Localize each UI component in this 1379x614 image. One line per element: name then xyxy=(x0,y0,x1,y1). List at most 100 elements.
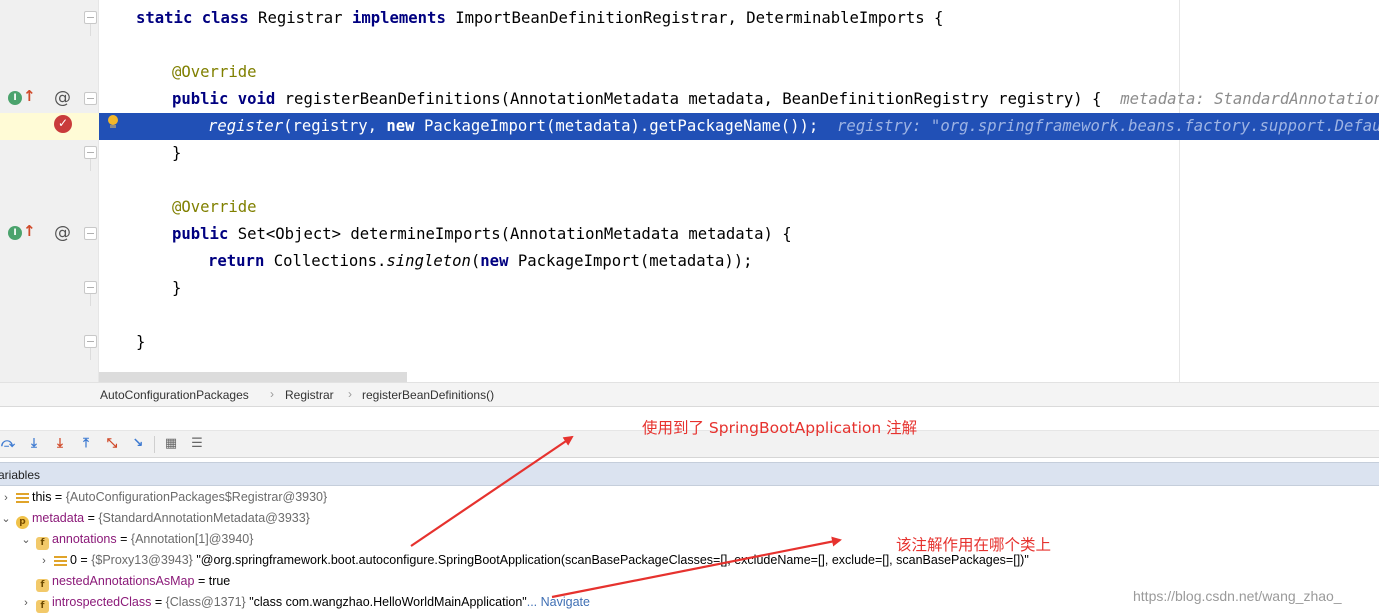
breadcrumb-item-class[interactable]: AutoConfigurationPackages xyxy=(100,388,249,402)
variable-type: {Class@1371} xyxy=(165,595,246,609)
annotation-gutter-icon[interactable]: @ xyxy=(54,223,71,243)
intention-bulb-icon[interactable] xyxy=(107,115,119,129)
code-text: } xyxy=(136,333,146,351)
code-text: ImportBeanDefinitionRegistrar, Determina… xyxy=(445,9,944,27)
keyword: new xyxy=(386,117,415,135)
fold-guide xyxy=(90,294,91,306)
fold-toggle-icon[interactable] xyxy=(84,227,97,240)
chevron-right-icon: › xyxy=(270,387,274,401)
collapse-chevron-icon[interactable]: ⌄ xyxy=(0,509,12,530)
keyword: public xyxy=(172,225,229,243)
right-margin-guide xyxy=(1179,0,1180,382)
code-line-close-brace[interactable]: } xyxy=(0,275,1379,302)
variable-value: "@org.springframework.boot.autoconfigure… xyxy=(192,553,1029,567)
code-text: ( xyxy=(470,252,481,270)
drop-frame-icon[interactable]: ⤡ xyxy=(104,436,120,452)
implements-method-icon[interactable]: I ↑ xyxy=(8,223,36,242)
fold-end-icon[interactable] xyxy=(84,146,97,159)
panel-title: ariables xyxy=(0,468,41,482)
code-editor[interactable]: static class Registrar implements Import… xyxy=(0,0,1379,382)
fold-end-icon[interactable] xyxy=(84,335,97,348)
variable-name: this xyxy=(32,490,52,504)
class-name: Registrar xyxy=(248,9,352,27)
step-over-icon[interactable]: ⤼ xyxy=(0,436,16,452)
annotation-gutter-icon[interactable]: @ xyxy=(54,88,71,108)
fold-toggle-icon[interactable] xyxy=(84,11,97,24)
code-text: PackageImport(metadata).getPackageName()… xyxy=(414,117,819,135)
code-line-class-close[interactable]: } xyxy=(0,329,1379,356)
variable-type: {StandardAnnotationMetadata@3933} xyxy=(98,511,310,525)
code-line-override-1[interactable]: @Override xyxy=(0,59,1379,86)
horizontal-scrollbar[interactable] xyxy=(99,372,407,382)
field-icon: f xyxy=(36,579,49,592)
step-out-icon[interactable]: ⤒ xyxy=(78,436,94,452)
breadcrumb-item-inner-class[interactable]: Registrar xyxy=(285,388,334,402)
navigate-link[interactable]: ... Navigate xyxy=(527,595,590,609)
variables-panel-header: ariables xyxy=(0,462,1379,486)
keyword: new xyxy=(480,252,509,270)
code-line-determine-imports[interactable]: public Set<Object> determineImports(Anno… xyxy=(0,221,1379,248)
implements-method-icon[interactable]: I ↑ xyxy=(8,88,36,107)
code-line-class-declaration[interactable]: static class Registrar implements Import… xyxy=(0,5,1379,32)
keyword: public void xyxy=(172,90,276,108)
expand-chevron-icon[interactable]: › xyxy=(0,488,12,509)
code-line-return[interactable]: return Collections.singleton(new Package… xyxy=(0,248,1379,275)
variable-name: metadata xyxy=(32,511,85,525)
method-call: singleton xyxy=(386,252,471,270)
expand-chevron-icon[interactable]: › xyxy=(20,593,32,614)
inline-debug-hint: metadata: StandardAnnotationMetad xyxy=(1120,90,1379,108)
toolbar-separator xyxy=(154,436,155,453)
variable-name: nestedAnnotationsAsMap xyxy=(52,574,195,588)
keyword: static class xyxy=(136,9,249,27)
variable-name: annotations xyxy=(52,532,117,546)
fold-end-icon[interactable] xyxy=(84,281,97,294)
field-icon: f xyxy=(36,600,49,613)
keyword: implements xyxy=(351,9,446,27)
expand-chevron-icon[interactable]: › xyxy=(38,551,50,572)
force-step-into-icon[interactable]: ⤓ xyxy=(52,436,68,452)
variable-value: true xyxy=(208,574,231,588)
variable-type: {AutoConfigurationPackages$Registrar@393… xyxy=(65,490,328,504)
code-text: registerBeanDefinitions(AnnotationMetada… xyxy=(275,90,1102,108)
code-text: } xyxy=(172,144,182,162)
code-line-current-execution[interactable]: register(registry, new PackageImport(met… xyxy=(0,113,1379,140)
variable-name: introspectedClass xyxy=(52,595,152,609)
annotation-note-springboot: 使用到了 SpringBootApplication 注解 xyxy=(642,419,918,437)
annotation-text: @Override xyxy=(172,198,257,216)
collapse-chevron-icon[interactable]: ⌄ xyxy=(20,530,32,551)
inline-debug-hint: registry: "org.springframework.beans.fac… xyxy=(818,117,1379,135)
breadcrumb-item-method[interactable]: registerBeanDefinitions() xyxy=(362,388,494,402)
variable-type: {$Proxy13@3943} xyxy=(91,553,193,567)
variable-type: {Annotation[1]@3940} xyxy=(130,532,254,546)
object-icon xyxy=(54,556,67,566)
variable-row-metadata[interactable]: ⌄ p metadata = {StandardAnnotationMetadata… xyxy=(0,508,1379,529)
code-text: Collections. xyxy=(264,252,387,270)
breakpoint-icon[interactable] xyxy=(54,115,72,133)
chevron-right-icon: › xyxy=(348,387,352,401)
code-text: PackageImport(metadata)); xyxy=(508,252,753,270)
variable-row-annotation-0[interactable]: › 0 = {$Proxy13@3943} "@org.springframewo… xyxy=(0,550,1379,571)
keyword: return xyxy=(208,252,265,270)
variable-value: "class com.wangzhao.HelloWorldMainApplic… xyxy=(245,595,527,609)
object-icon xyxy=(16,493,29,503)
fold-toggle-icon[interactable] xyxy=(84,92,97,105)
variable-name: 0 xyxy=(70,553,77,567)
trace-stream-icon[interactable]: ☰ xyxy=(189,436,205,452)
step-into-icon[interactable]: ⤓ xyxy=(26,436,42,452)
code-line-close-brace[interactable]: } xyxy=(0,140,1379,167)
fold-guide xyxy=(90,159,91,171)
variable-row-annotations[interactable]: ⌄ f annotations = {Annotation[1]@3940} xyxy=(0,529,1379,550)
annotation-text: @Override xyxy=(172,63,257,81)
run-to-cursor-icon[interactable]: ↘ xyxy=(130,436,146,452)
code-text: } xyxy=(172,279,182,297)
breadcrumb: AutoConfigurationPackages › Registrar › … xyxy=(0,382,1379,407)
code-line-register-method[interactable]: public void registerBeanDefinitions(Anno… xyxy=(0,86,1379,113)
code-text: Set<Object> determineImports(AnnotationM… xyxy=(228,225,792,243)
watermark: https://blog.csdn.net/wang_zhao_ xyxy=(1133,588,1342,604)
annotation-note-target-class: 该注解作用在哪个类上 xyxy=(896,536,1052,554)
code-line-override-2[interactable]: @Override xyxy=(0,194,1379,221)
code-text: (registry, xyxy=(283,117,387,135)
parameter-icon: p xyxy=(16,516,29,529)
variable-row-this[interactable]: › this = {AutoConfigurationPackages$Regis… xyxy=(0,487,1379,508)
evaluate-expression-icon[interactable]: ▦ xyxy=(163,436,179,452)
